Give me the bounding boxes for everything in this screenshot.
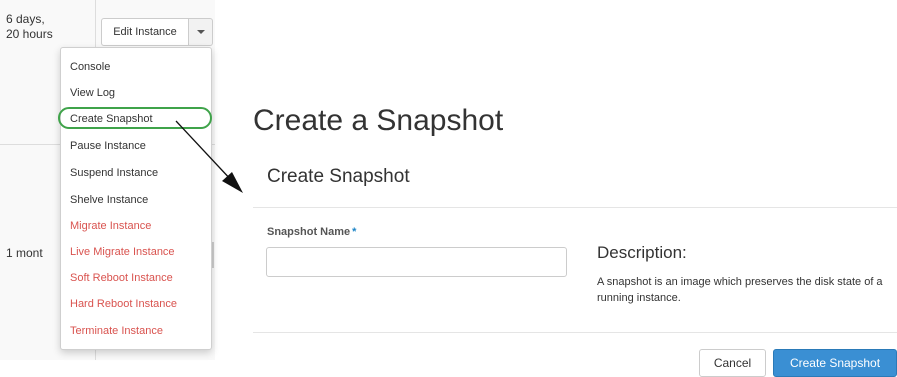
create-snapshot-button[interactable]: Create Snapshot [773, 349, 897, 377]
snapshot-name-input[interactable] [266, 247, 567, 277]
modal-title: Create Snapshot [267, 166, 410, 187]
modal-header-divider [253, 207, 897, 208]
modal-footer-divider [253, 332, 897, 333]
pointer-arrow-icon [175, 120, 243, 193]
cancel-button[interactable]: Cancel [699, 349, 766, 377]
required-marker: * [352, 226, 357, 238]
snapshot-name-label: Snapshot Name * [267, 226, 356, 238]
description-text: A snapshot is an image which preserves t… [597, 276, 883, 304]
description-heading: Description: [597, 243, 687, 262]
page-title: Create a Snapshot [253, 104, 504, 137]
snapshot-name-label-text: Snapshot Name [267, 226, 351, 238]
